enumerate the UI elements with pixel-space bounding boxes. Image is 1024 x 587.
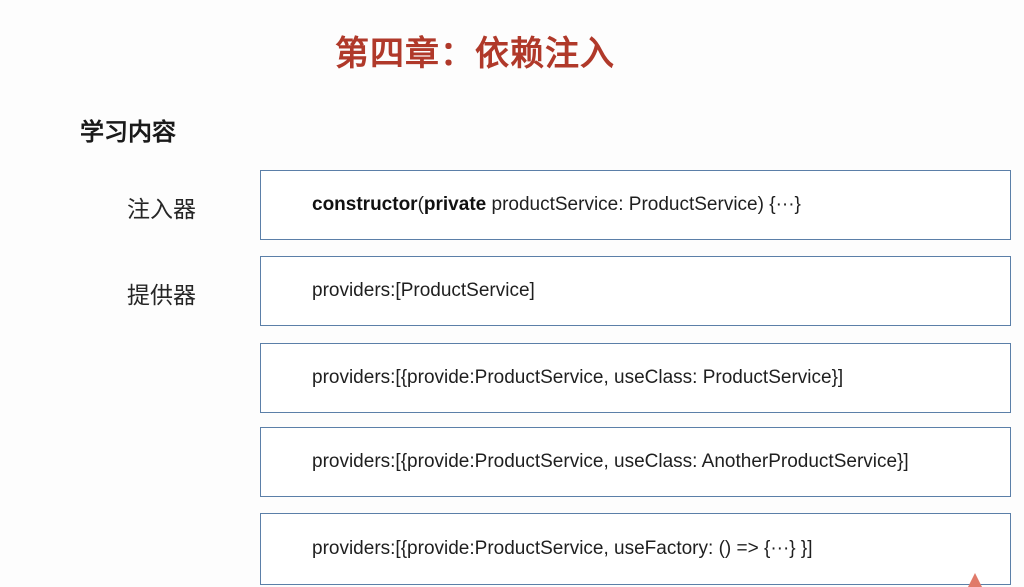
code-keyword-private: private <box>423 194 487 215</box>
code-box-usefactory: providers:[{provide:ProductService, useF… <box>260 513 1011 585</box>
code-box-provider: providers:[ProductService] <box>260 256 1011 326</box>
row-label-provider: 提供器 <box>127 283 196 309</box>
code-text: providers:[{provide:ProductService, useF… <box>312 538 813 559</box>
code-text: providers:[ProductService] <box>312 280 535 301</box>
code-text: productService: ProductService) {···} <box>486 194 801 215</box>
code-box-injector: constructor(private productService: Prod… <box>260 170 1011 240</box>
code-text: providers:[{provide:ProductService, useC… <box>312 451 909 472</box>
row-label-injector: 注入器 <box>127 197 196 223</box>
section-heading: 学习内容 <box>80 118 176 146</box>
code-box-useclass-another: providers:[{provide:ProductService, useC… <box>260 427 1011 497</box>
code-text: providers:[{provide:ProductService, useC… <box>312 367 844 388</box>
code-box-useclass: providers:[{provide:ProductService, useC… <box>260 343 1011 413</box>
slide-title: 第四章：依赖注入 <box>335 34 615 74</box>
slide: 第四章：依赖注入 学习内容 注入器 constructor(private pr… <box>0 0 1024 587</box>
pointer-marker-icon <box>968 573 982 587</box>
code-keyword-constructor: constructor <box>312 194 418 215</box>
